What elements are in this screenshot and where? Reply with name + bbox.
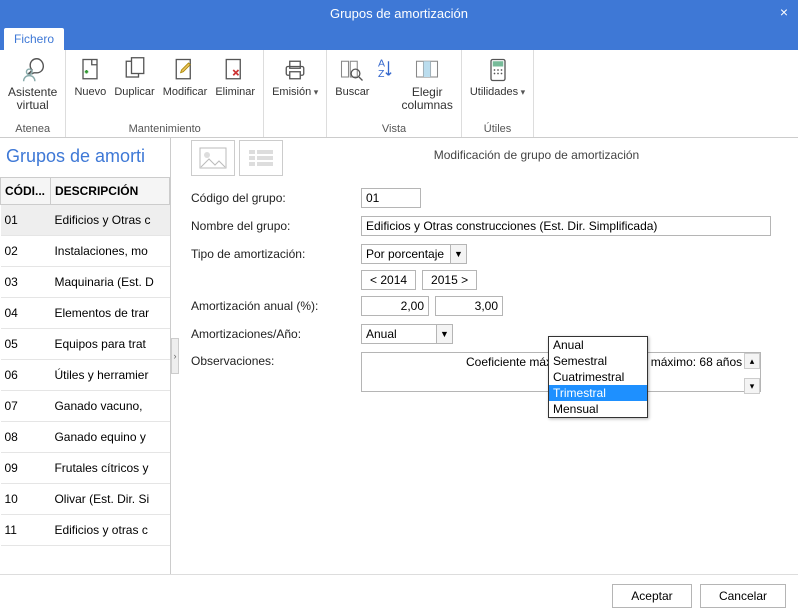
utilidades-button[interactable]: Utilidades [466, 52, 529, 100]
col-codigo[interactable]: CÓDI... [1, 178, 51, 205]
eliminar-label: Eliminar [215, 86, 255, 98]
form-title: Modificación de grupo de amortización [287, 140, 786, 162]
year-next-button[interactable]: 2015 > [422, 270, 477, 290]
assistant-icon [17, 54, 49, 86]
new-icon [74, 54, 106, 86]
emision-label: Emisión [272, 86, 318, 98]
asistente-label: Asistente virtual [8, 86, 57, 112]
buscar-label: Buscar [335, 86, 369, 98]
titlebar: Grupos de amortización × [0, 0, 798, 26]
group-label-atenea: Atenea [4, 121, 61, 135]
modificar-button[interactable]: Modificar [159, 52, 212, 100]
emision-button[interactable]: Emisión [268, 52, 322, 100]
modificar-label: Modificar [163, 86, 208, 98]
thumb-image-icon[interactable] [191, 140, 235, 176]
table-row[interactable]: 11Edificios y otras c [1, 515, 170, 546]
scroll-down-icon[interactable]: ▾ [744, 378, 760, 394]
ribbon-group-mantenimiento: Nuevo Duplicar Modificar Eliminar Manten… [66, 50, 264, 137]
form-panel: Modificación de grupo de amortización Có… [171, 138, 798, 574]
ribbon-group-emision: Emisión [264, 50, 327, 137]
columns-icon [411, 54, 443, 86]
duplicar-label: Duplicar [114, 86, 154, 98]
group-label-mant: Mantenimiento [70, 121, 259, 135]
col-descripcion[interactable]: DESCRIPCIÓN [50, 178, 169, 205]
por-ano-value: Anual [362, 325, 436, 343]
group-label-utiles: Útiles [466, 121, 529, 135]
table-row[interactable]: 02Instalaciones, mo [1, 236, 170, 267]
data-grid[interactable]: CÓDI... DESCRIPCIÓN 01Edificios y Otras … [0, 177, 170, 574]
table-row[interactable]: 04Elementos de trar [1, 298, 170, 329]
dropdown-option[interactable]: Mensual [549, 401, 647, 417]
year-prev-button[interactable]: < 2014 [361, 270, 416, 290]
elegir-label: Elegir columnas [401, 86, 452, 112]
table-row[interactable]: 10Olivar (Est. Dir. Si [1, 484, 170, 515]
label-por-ano: Amortizaciones/Año: [191, 327, 361, 341]
label-tipo: Tipo de amortización: [191, 247, 361, 261]
table-row[interactable]: 05Equipos para trat [1, 329, 170, 360]
por-ano-select[interactable]: Anual ▼ [361, 324, 453, 344]
asistente-button[interactable]: Asistente virtual [4, 52, 61, 114]
cancel-button[interactable]: Cancelar [700, 584, 786, 608]
ribbon-group-atenea: Asistente virtual Atenea [0, 50, 66, 137]
accept-button[interactable]: Aceptar [612, 584, 692, 608]
print-icon [279, 54, 311, 86]
label-nombre: Nombre del grupo: [191, 219, 361, 233]
codigo-input[interactable] [361, 188, 421, 208]
dropdown-option[interactable]: Semestral [549, 353, 647, 369]
dropdown-option[interactable]: Anual [549, 337, 647, 353]
dropdown-option[interactable]: Trimestral [549, 385, 647, 401]
nombre-input[interactable] [361, 216, 771, 236]
tipo-value: Por porcentaje [362, 245, 450, 263]
svg-text:Z: Z [378, 68, 385, 80]
leftpane-title: Grupos de amorti [0, 138, 170, 177]
ribbon-tabs: Fichero [0, 26, 798, 50]
group-label-vista: Vista [331, 121, 457, 135]
group-label-emision [268, 133, 322, 135]
ribbon-group-vista: Buscar AZ Elegir columnas Vista [327, 50, 462, 137]
label-anual: Amortización anual (%): [191, 299, 361, 313]
ribbon-group-utiles: Utilidades Útiles [462, 50, 534, 137]
table-row[interactable]: 01Edificios y Otras c [1, 205, 170, 236]
search-icon [336, 54, 368, 86]
por-ano-dropdown[interactable]: AnualSemestralCuatrimestralTrimestralMen… [548, 336, 648, 418]
left-pane: Grupos de amorti CÓDI... DESCRIPCIÓN 01E… [0, 138, 171, 574]
chevron-down-icon[interactable]: ▼ [450, 245, 466, 263]
dialog-footer: Aceptar Cancelar [0, 574, 798, 616]
duplicate-icon [119, 54, 151, 86]
scroll-up-icon[interactable]: ▴ [744, 353, 760, 369]
tab-fichero[interactable]: Fichero [4, 28, 64, 50]
calculator-icon [482, 54, 514, 86]
tipo-select[interactable]: Por porcentaje ▼ [361, 244, 467, 264]
label-obs: Observaciones: [191, 352, 361, 395]
buscar-button[interactable]: Buscar [331, 52, 373, 100]
elegir-columnas-button[interactable]: Elegir columnas [397, 52, 456, 114]
ribbon: Asistente virtual Atenea Nuevo Duplicar … [0, 50, 798, 138]
utilidades-label: Utilidades [470, 86, 525, 98]
table-row[interactable]: 03Maquinaria (Est. D [1, 267, 170, 298]
eliminar-button[interactable]: Eliminar [211, 52, 259, 100]
nuevo-button[interactable]: Nuevo [70, 52, 110, 100]
pct1-input[interactable] [361, 296, 429, 316]
table-row[interactable]: 09Frutales cítricos y [1, 453, 170, 484]
table-row[interactable]: 08Ganado equino y [1, 422, 170, 453]
table-row[interactable]: 07Ganado vacuno, [1, 391, 170, 422]
pct2-input[interactable] [435, 296, 503, 316]
table-row[interactable]: 06Útiles y herramier [1, 360, 170, 391]
label-codigo: Código del grupo: [191, 191, 361, 205]
duplicar-button[interactable]: Duplicar [110, 52, 158, 100]
delete-icon [219, 54, 251, 86]
chevron-down-icon[interactable]: ▼ [436, 325, 452, 343]
close-icon[interactable]: × [780, 4, 788, 20]
nuevo-label: Nuevo [74, 86, 106, 98]
dropdown-option[interactable]: Cuatrimestral [549, 369, 647, 385]
thumb-list-icon[interactable] [239, 140, 283, 176]
window-title: Grupos de amortización [330, 6, 468, 21]
sort-button[interactable]: AZ [373, 52, 397, 88]
edit-icon [169, 54, 201, 86]
